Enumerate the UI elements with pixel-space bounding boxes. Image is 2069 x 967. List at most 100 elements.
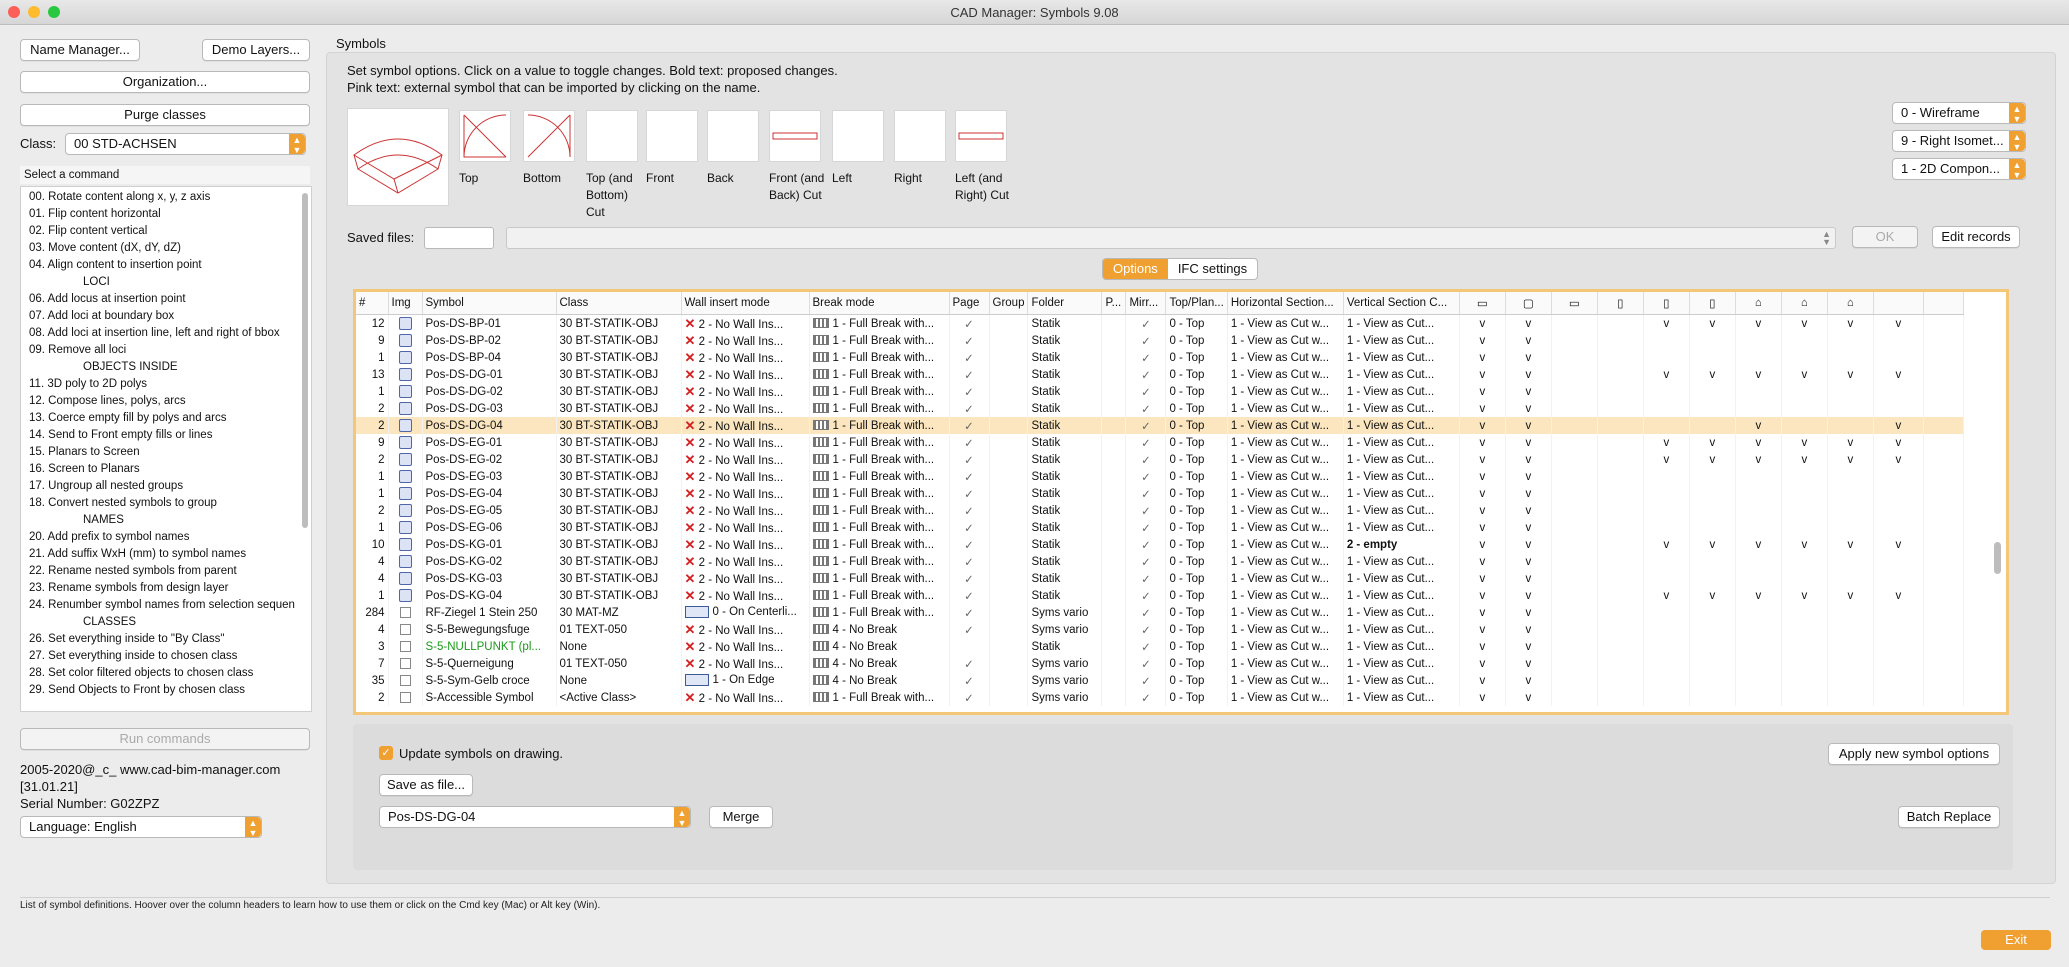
- class-cell[interactable]: 30 BT-STATIK-OBJ: [556, 366, 682, 383]
- top-plan-cell[interactable]: 0 - Top: [1165, 417, 1228, 434]
- view-flag-cell[interactable]: [1597, 383, 1644, 400]
- view-flag-cell[interactable]: v: [1735, 587, 1782, 604]
- img-cell[interactable]: [388, 349, 423, 366]
- symbol-name-cell[interactable]: Pos-DS-DG-03: [422, 400, 557, 417]
- command-list-item[interactable]: 24. Renumber symbol names from selection…: [21, 597, 311, 614]
- view-flag-cell[interactable]: [1643, 485, 1690, 502]
- view-flag-cell[interactable]: [1689, 349, 1736, 366]
- horizontal-section-cell[interactable]: 1 - View as Cut w...: [1227, 400, 1344, 417]
- view-flag-cell[interactable]: [1923, 332, 1964, 349]
- view-flag-cell[interactable]: v: [1459, 553, 1506, 570]
- folder-cell[interactable]: Syms vario: [1027, 604, 1103, 621]
- break-mode-cell[interactable]: 1 - Full Break with...: [809, 519, 950, 536]
- view-flag-cell[interactable]: v: [1459, 689, 1506, 706]
- symbol-name-cell[interactable]: Pos-DS-EG-06: [422, 519, 557, 536]
- horizontal-section-cell[interactable]: 1 - View as Cut w...: [1227, 570, 1344, 587]
- vertical-section-cell[interactable]: 1 - View as Cut...: [1343, 689, 1460, 706]
- column-header[interactable]: P...: [1101, 292, 1127, 315]
- view-flag-cell[interactable]: [1827, 349, 1874, 366]
- view-flag-cell[interactable]: [1597, 485, 1644, 502]
- symbols-table[interactable]: # Img Symbol Class Wall insert mode Break mod…: [353, 289, 2009, 715]
- class-cell[interactable]: 30 BT-STATIK-OBJ: [556, 332, 682, 349]
- batch-replace-button[interactable]: Batch Replace: [1898, 806, 2000, 828]
- page-cell[interactable]: ✓: [949, 587, 990, 604]
- view-flag-cell[interactable]: [1597, 570, 1644, 587]
- view-flag-cell[interactable]: v: [1505, 314, 1552, 332]
- view-flag-cell[interactable]: [1827, 655, 1874, 672]
- folder-cell[interactable]: Statik: [1027, 332, 1103, 349]
- view-flag-cell[interactable]: v: [1505, 468, 1552, 485]
- class-cell[interactable]: 30 BT-STATIK-OBJ: [556, 485, 682, 502]
- count-cell[interactable]: 9: [356, 332, 389, 349]
- view-flag-cell[interactable]: [1781, 502, 1828, 519]
- p-cell[interactable]: [1101, 587, 1127, 604]
- wall-insert-cell[interactable]: ✕ 2 - No Wall Ins...: [681, 536, 810, 553]
- view-flag-cell[interactable]: v: [1505, 655, 1552, 672]
- horizontal-section-cell[interactable]: 1 - View as Cut w...: [1227, 383, 1344, 400]
- view-flag-cell[interactable]: [1643, 383, 1690, 400]
- view-flag-cell[interactable]: [1643, 332, 1690, 349]
- group-cell[interactable]: [989, 570, 1029, 587]
- view-select[interactable]: 9 - Right Isomet... ▲ ▼: [1892, 130, 2026, 152]
- p-cell[interactable]: [1101, 485, 1127, 502]
- view-flag-cell[interactable]: [1551, 383, 1598, 400]
- view-flag-cell[interactable]: [1643, 502, 1690, 519]
- horizontal-section-cell[interactable]: 1 - View as Cut w...: [1227, 553, 1344, 570]
- view-flag-cell[interactable]: [1735, 383, 1782, 400]
- exit-button[interactable]: Exit: [1981, 930, 2051, 950]
- view-flag-cell[interactable]: [1643, 519, 1690, 536]
- table-row[interactable]: 1 Pos-DS-DG-02 30 BT-STATIK-OBJ ✕ 2 - No Wa…: [356, 383, 1964, 400]
- view-flag-cell[interactable]: [1923, 366, 1964, 383]
- top-plan-cell[interactable]: 0 - Top: [1165, 434, 1228, 451]
- horizontal-section-cell[interactable]: 1 - View as Cut w...: [1227, 314, 1344, 332]
- top-plan-cell[interactable]: 0 - Top: [1165, 621, 1228, 638]
- col-extra-1[interactable]: [1873, 292, 1924, 315]
- apply-new-symbol-options-button[interactable]: Apply new symbol options: [1828, 743, 2000, 765]
- wall-insert-cell[interactable]: ✕ 2 - No Wall Ins...: [681, 349, 810, 366]
- view-flag-cell[interactable]: [1781, 638, 1828, 655]
- view-flag-cell[interactable]: [1827, 621, 1874, 638]
- count-cell[interactable]: 284: [356, 604, 389, 621]
- table-row[interactable]: 4 S-5-Bewegungsfuge 01 TEXT-050 ✕ 2 - No Wa…: [356, 621, 1964, 638]
- class-cell[interactable]: None: [556, 672, 682, 689]
- view-flag-cell[interactable]: v: [1505, 417, 1552, 434]
- break-mode-cell[interactable]: 1 - Full Break with...: [809, 689, 950, 706]
- vertical-section-cell[interactable]: 1 - View as Cut...: [1343, 638, 1460, 655]
- img-cell[interactable]: [388, 536, 423, 553]
- table-row[interactable]: 2 S-Accessible Symbol <Active Class> ✕ 2 - …: [356, 689, 1964, 706]
- table-row[interactable]: 4 Pos-DS-KG-02 30 BT-STATIK-OBJ ✕ 2 - No Wa…: [356, 553, 1964, 570]
- page-cell[interactable]: ✓: [949, 604, 990, 621]
- count-cell[interactable]: 4: [356, 570, 389, 587]
- horizontal-section-cell[interactable]: 1 - View as Cut w...: [1227, 672, 1344, 689]
- view-flag-cell[interactable]: [1643, 570, 1690, 587]
- view-flag-cell[interactable]: [1923, 502, 1964, 519]
- view-flag-cell[interactable]: v: [1781, 434, 1828, 451]
- view-flag-cell[interactable]: v: [1735, 434, 1782, 451]
- mirror-cell[interactable]: ✓: [1125, 689, 1167, 706]
- mirror-cell[interactable]: ✓: [1125, 383, 1167, 400]
- table-row[interactable]: 9 Pos-DS-BP-02 30 BT-STATIK-OBJ ✕ 2 - No Wa…: [356, 332, 1964, 349]
- view-flag-cell[interactable]: [1597, 604, 1644, 621]
- break-mode-cell[interactable]: 1 - Full Break with...: [809, 536, 950, 553]
- class-cell[interactable]: None: [556, 638, 682, 655]
- mirror-cell[interactable]: ✓: [1125, 570, 1167, 587]
- organization-button[interactable]: Organization...: [20, 71, 310, 93]
- break-mode-cell[interactable]: 4 - No Break: [809, 638, 950, 655]
- break-mode-cell[interactable]: 1 - Full Break with...: [809, 383, 950, 400]
- group-cell[interactable]: [989, 366, 1029, 383]
- vertical-section-cell[interactable]: 1 - View as Cut...: [1343, 468, 1460, 485]
- img-cell[interactable]: [388, 638, 423, 655]
- saved-files-select[interactable]: ▲ ▼: [506, 227, 1836, 249]
- count-cell[interactable]: 1: [356, 383, 389, 400]
- table-row[interactable]: 13 Pos-DS-DG-01 30 BT-STATIK-OBJ ✕ 2 - No W…: [356, 366, 1964, 383]
- command-list-item[interactable]: 09. Remove all loci: [21, 342, 311, 359]
- save-as-file-button[interactable]: Save as file...: [379, 774, 473, 796]
- column-header[interactable]: Folder: [1027, 292, 1103, 315]
- p-cell[interactable]: [1101, 621, 1127, 638]
- vertical-section-cell[interactable]: 1 - View as Cut...: [1343, 366, 1460, 383]
- view-flag-cell[interactable]: [1551, 655, 1598, 672]
- folder-cell[interactable]: Statik: [1027, 587, 1103, 604]
- mirror-cell[interactable]: ✓: [1125, 314, 1167, 332]
- view-flag-cell[interactable]: v: [1459, 604, 1506, 621]
- symbol-name-cell[interactable]: S-5-Bewegungsfuge: [422, 621, 557, 638]
